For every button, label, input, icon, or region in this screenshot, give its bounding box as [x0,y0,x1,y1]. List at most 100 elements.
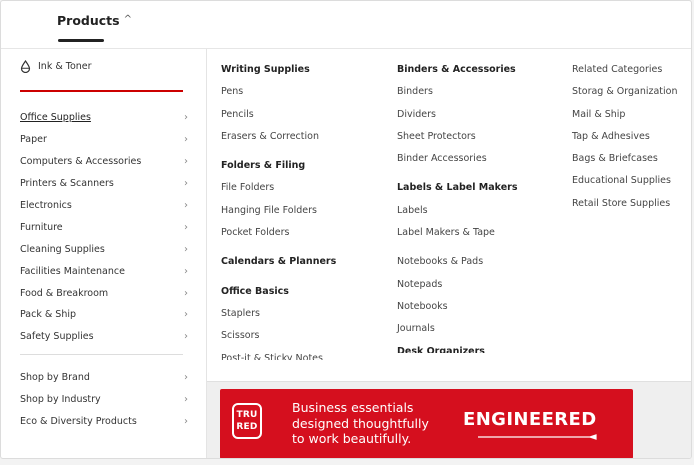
sidebar-item-label: Eco & Diversity Products [20,416,137,428]
menu-link[interactable]: Retail Store Supplies [572,195,678,217]
products-mega-menu: Products ^ Ink & Toner Office Supplies › … [0,0,692,459]
shop-by-list: Shop by Brand › Shop by Industry › Eco & D… [20,367,190,433]
menu-link[interactable]: Tap & Adhesives [572,128,678,150]
category-sidebar: Ink & Toner Office Supplies › Paper › Comp… [1,49,206,458]
menu-link[interactable]: Post-it & Sticky Notes [221,350,336,360]
sidebar-item-label: Food & Breakroom [20,287,109,299]
subcategory-column-1: Writing Supplies Pens Pencils Erasers & … [221,61,336,360]
tru-red-logo: TRU RED [232,403,262,439]
menu-link[interactable]: Sheet Protectors [397,128,518,150]
sidebar-item-label: Safety Supplies [20,331,94,343]
sidebar-item-pack-ship[interactable]: Pack & Ship › [20,304,190,326]
sidebar-item-cleaning-supplies[interactable]: Cleaning Supplies › [20,238,190,260]
menu-link[interactable]: Pens [221,83,336,105]
logo-text-bottom: RED [236,422,258,432]
ink-toner-label: Ink & Toner [38,61,92,72]
menu-link[interactable]: Educational Supplies [572,172,678,194]
menu-link[interactable]: Binders [397,83,518,105]
sidebar-item-label: Facilities Maintenance [20,265,125,277]
menu-link[interactable]: Notebooks [397,298,518,320]
sidebar-item-electronics[interactable]: Electronics › [20,195,190,217]
sidebar-item-printers-scanners[interactable]: Printers & Scanners › [20,173,190,195]
menu-link[interactable]: Notebooks & Pads [397,253,518,275]
ink-toner-link[interactable]: Ink & Toner [20,60,92,73]
subcategory-column-2: Binders & Accessories Binders Dividers S… [397,61,518,353]
group-heading[interactable]: Office Basics [221,283,336,305]
chevron-right-icon: › [184,178,188,190]
tru-red-promo-banner[interactable]: TRU RED Business essentials designed tho… [220,389,633,458]
chevron-right-icon: › [184,134,188,146]
group-heading[interactable]: Desk Organizers [397,343,518,353]
group-heading[interactable]: Folders & Filing [221,157,336,179]
menu-link[interactable]: Notepads [397,276,518,298]
menu-link[interactable]: Journals [397,320,518,342]
menu-link[interactable]: Erasers & Correction [221,128,336,150]
group-heading[interactable]: Labels & Label Makers [397,179,518,201]
sidebar-item-shop-by-brand[interactable]: Shop by Brand › [20,367,190,389]
menu-link[interactable]: Dividers [397,106,518,128]
menu-link[interactable]: Label Makers & Tape [397,224,518,246]
sidebar-divider [20,354,183,355]
group-heading[interactable]: Binders & Accessories [397,61,518,83]
menu-link[interactable]: Pocket Folders [221,224,336,246]
sidebar-item-label: Electronics [20,200,72,211]
sidebar-item-label: Computers & Accessories [20,156,142,168]
sidebar-item-facilities-maintenance[interactable]: Facilities Maintenance › [20,260,190,282]
sidebar-item-label: Printers & Scanners [20,178,114,190]
menu-topbar: Products ^ [1,1,691,49]
chevron-right-icon: › [184,416,188,428]
menu-link[interactable]: Mail & Ship [572,106,678,128]
sidebar-item-label: Furniture [20,221,63,233]
chevron-right-icon: › [184,372,188,384]
menu-link[interactable]: Bags & Briefcases [572,150,678,172]
chevron-right-icon: › [184,287,188,299]
chevron-right-icon: › [184,265,188,277]
related-heading: Related Categories [572,64,663,75]
menu-link[interactable]: Scissors [221,327,336,349]
active-tab-indicator [58,39,104,42]
menu-link[interactable]: Hanging File Folders [221,202,336,224]
banner-tagline: Business essentials designed thoughtfull… [292,400,429,447]
chevron-right-icon: › [184,309,188,321]
sidebar-item-label: Shop by Brand [20,372,90,384]
sidebar-item-label: Pack & Ship [20,309,77,321]
group-heading[interactable]: Writing Supplies [221,61,336,83]
category-list: Office Supplies › Paper › Computers & Acce… [20,107,190,348]
chevron-up-icon: ^ [123,14,132,25]
sidebar-item-computers-accessories[interactable]: Computers & Accessories › [20,151,190,173]
sidebar-item-label: Office Supplies [20,112,91,124]
ink-drop-icon [20,60,31,73]
menu-link[interactable]: File Folders [221,179,336,201]
sidebar-item-food-breakroom[interactable]: Food & Breakroom › [20,282,190,304]
sidebar-item-safety-supplies[interactable]: Safety Supplies › [20,326,190,348]
pen-underline-icon [478,434,597,440]
related-categories-column: Related Categories Storag & Organization… [572,61,678,217]
tagline-line: Business essentials [292,400,414,415]
chevron-right-icon: › [184,156,188,168]
chevron-right-icon: › [184,221,188,233]
engineered-wordmark: ENGINEERED [463,409,597,430]
logo-text-top: TRU [236,410,258,420]
chevron-right-icon: › [184,394,188,406]
menu-link[interactable]: Storag & Organization [572,83,678,105]
tagline-line: designed thoughtfully [292,415,429,431]
sidebar-item-eco-diversity[interactable]: Eco & Diversity Products › [20,411,190,433]
sidebar-item-paper[interactable]: Paper › [20,129,190,151]
chevron-right-icon: › [184,243,188,255]
chevron-right-icon: › [184,331,188,343]
menu-link[interactable]: Staplers [221,305,336,327]
chevron-right-icon: › [184,200,188,211]
sidebar-item-label: Paper [20,134,47,146]
menu-link[interactable]: Pencils [221,106,336,128]
sidebar-item-office-supplies[interactable]: Office Supplies › [20,107,190,129]
menu-link[interactable]: Binder Accessories [397,150,518,172]
products-tab[interactable]: Products ^ [57,13,132,28]
sidebar-item-label: Shop by Industry [20,394,101,406]
sidebar-item-furniture[interactable]: Furniture › [20,216,190,238]
sidebar-item-label: Cleaning Supplies [20,243,105,255]
tagline-line: to work beautifully. [292,431,412,446]
sidebar-item-shop-by-industry[interactable]: Shop by Industry › [20,389,190,411]
group-heading[interactable]: Calendars & Planners [221,253,336,275]
menu-link[interactable]: Labels [397,202,518,224]
products-tab-label: Products [57,13,120,28]
